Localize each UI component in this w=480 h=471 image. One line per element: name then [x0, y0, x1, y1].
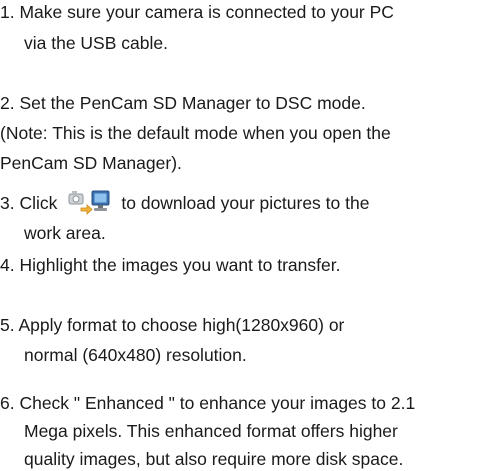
step-3-click-text: 3. Click — [0, 193, 58, 213]
step-2-line-2: (Note: This is the default mode when you… — [0, 123, 391, 143]
download-to-pc-icon — [67, 188, 111, 218]
step-6-line-3: quality images, but also require more di… — [24, 449, 404, 469]
step-4-line-1: 4. Highlight the images you want to tran… — [0, 255, 341, 275]
step-3-line-1: 3. Click to download your pictures to th… — [0, 188, 369, 218]
step-2-line-3: PenCam SD Manager). — [0, 153, 182, 173]
step-1-line-1: 1. Make sure your camera is connected to… — [0, 2, 394, 22]
step-6-line-2: Mega pixels. This enhanced format offers… — [24, 421, 398, 441]
step-5-line-1: 5. Apply format to choose high(1280x960)… — [0, 315, 345, 335]
step-3-line-2: work area. — [24, 223, 106, 243]
step-2-line-1: 2. Set the PenCam SD Manager to DSC mode… — [0, 93, 366, 113]
step-5-line-2: normal (640x480) resolution. — [24, 345, 247, 365]
step-1-line-2: via the USB cable. — [24, 33, 168, 53]
step-3-tail-text: to download your pictures to the — [121, 193, 370, 213]
step-6-line-1: 6. Check " Enhanced " to enhance your im… — [0, 393, 416, 413]
